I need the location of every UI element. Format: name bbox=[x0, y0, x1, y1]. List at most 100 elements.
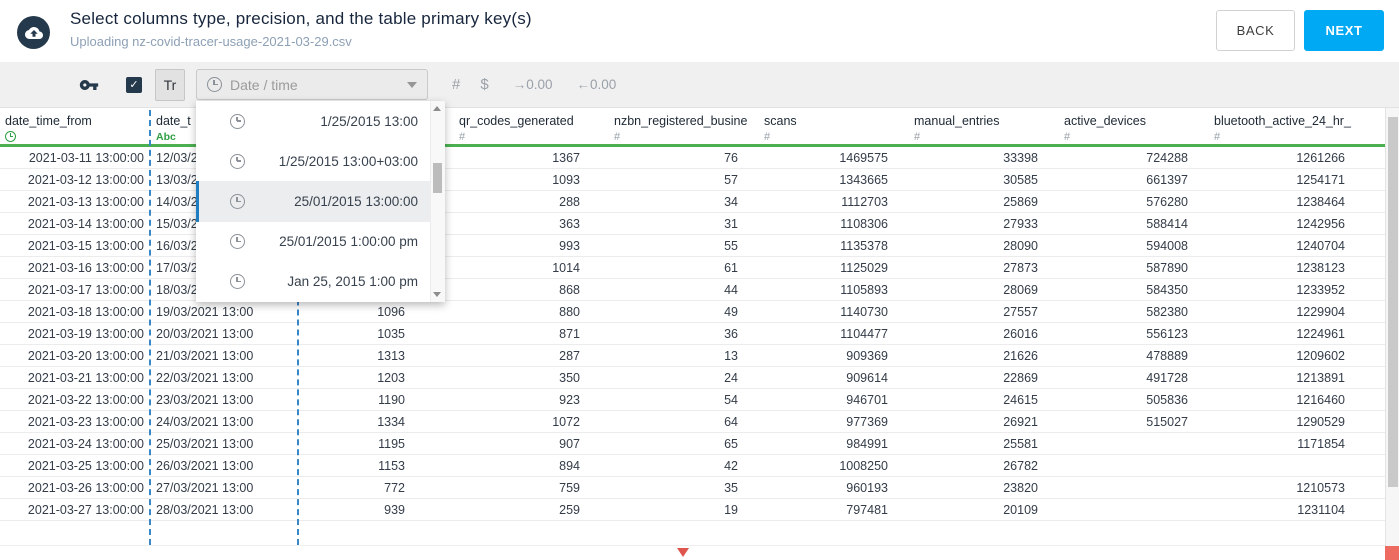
cell[interactable]: 1210573 bbox=[1200, 476, 1385, 499]
cell[interactable]: 36 bbox=[600, 322, 750, 345]
cell[interactable]: 894 bbox=[445, 454, 600, 477]
cell[interactable]: 1171854 bbox=[1200, 432, 1385, 455]
cell[interactable]: 20109 bbox=[900, 498, 1050, 521]
cell[interactable]: 587890 bbox=[1050, 256, 1200, 279]
column-header[interactable]: active_devices # bbox=[1050, 110, 1200, 147]
cell[interactable]: 2021-03-13 13:00:00 bbox=[0, 190, 150, 213]
cell[interactable]: 2021-03-19 13:00:00 bbox=[0, 322, 150, 345]
cell[interactable]: 23820 bbox=[900, 476, 1050, 499]
cell[interactable]: 2021-03-23 13:00:00 bbox=[0, 410, 150, 433]
column-header[interactable]: manual_entries # bbox=[900, 110, 1050, 147]
cell[interactable]: 54 bbox=[600, 388, 750, 411]
cell[interactable]: 35 bbox=[600, 476, 750, 499]
cell[interactable]: 65 bbox=[600, 432, 750, 455]
cell[interactable]: 1216460 bbox=[1200, 388, 1385, 411]
cell[interactable]: 1112703 bbox=[750, 190, 900, 213]
cell[interactable]: 1261266 bbox=[1200, 145, 1385, 169]
cell[interactable]: 582380 bbox=[1050, 300, 1200, 323]
cell[interactable]: 350 bbox=[445, 366, 600, 389]
dropdown-scroll-thumb[interactable] bbox=[433, 163, 442, 193]
cell[interactable]: 984991 bbox=[750, 432, 900, 455]
cell[interactable]: 594008 bbox=[1050, 234, 1200, 257]
cell[interactable]: 25/03/2021 13:00 bbox=[150, 432, 298, 455]
cell[interactable]: 1209602 bbox=[1200, 344, 1385, 367]
format-option[interactable]: 25/01/2015 13:00:00 bbox=[196, 181, 430, 222]
primary-key-icon[interactable] bbox=[79, 75, 99, 95]
cell[interactable]: 28/03/2021 13:00 bbox=[150, 498, 298, 521]
column-header[interactable]: bluetooth_active_24_hr_ # bbox=[1200, 110, 1385, 147]
cell[interactable]: 1334 bbox=[298, 410, 445, 433]
cell[interactable]: 977369 bbox=[750, 410, 900, 433]
cell[interactable]: 28090 bbox=[900, 234, 1050, 257]
cell[interactable]: 491728 bbox=[1050, 366, 1200, 389]
cell[interactable]: 27/03/2021 13:00 bbox=[150, 476, 298, 499]
cell[interactable]: 34 bbox=[600, 190, 750, 213]
cell[interactable]: 1104477 bbox=[750, 322, 900, 345]
cell[interactable]: 24/03/2021 13:00 bbox=[150, 410, 298, 433]
back-button[interactable]: BACK bbox=[1216, 10, 1295, 51]
cell[interactable]: 2021-03-18 13:00:00 bbox=[0, 300, 150, 323]
datetime-format-select[interactable]: Date / time bbox=[196, 69, 428, 100]
cell[interactable]: 1469575 bbox=[750, 145, 900, 169]
cell[interactable]: 1093 bbox=[445, 168, 600, 191]
cell[interactable]: 1125029 bbox=[750, 256, 900, 279]
cell[interactable]: 661397 bbox=[1050, 168, 1200, 191]
dropdown-scrollbar[interactable] bbox=[430, 101, 445, 302]
currency-type-button[interactable]: $ bbox=[480, 76, 488, 93]
cell[interactable]: 27933 bbox=[900, 212, 1050, 235]
horizontal-scroll-strip[interactable] bbox=[0, 545, 1385, 560]
cell[interactable]: 1231104 bbox=[1200, 498, 1385, 521]
cell[interactable]: 21626 bbox=[900, 344, 1050, 367]
cell[interactable]: 576280 bbox=[1050, 190, 1200, 213]
cell[interactable]: 1238464 bbox=[1200, 190, 1385, 213]
cell[interactable]: 2021-03-12 13:00:00 bbox=[0, 168, 150, 191]
cell[interactable]: 1343665 bbox=[750, 168, 900, 191]
cell[interactable]: 759 bbox=[445, 476, 600, 499]
cell[interactable]: 1213891 bbox=[1200, 366, 1385, 389]
cell[interactable]: 27557 bbox=[900, 300, 1050, 323]
cell[interactable]: 22/03/2021 13:00 bbox=[150, 366, 298, 389]
cell[interactable] bbox=[1050, 476, 1200, 499]
cell[interactable]: 1203 bbox=[298, 366, 445, 389]
format-option[interactable]: Jan 25, 2015 1:00 pm bbox=[196, 262, 430, 302]
cell[interactable]: 1072 bbox=[445, 410, 600, 433]
cell[interactable]: 880 bbox=[445, 300, 600, 323]
cell[interactable]: 2021-03-17 13:00:00 bbox=[0, 278, 150, 301]
cell[interactable]: 30585 bbox=[900, 168, 1050, 191]
cell[interactable]: 76 bbox=[600, 145, 750, 169]
cell[interactable]: 1035 bbox=[298, 322, 445, 345]
cell[interactable]: 26921 bbox=[900, 410, 1050, 433]
cell[interactable]: 26016 bbox=[900, 322, 1050, 345]
cell[interactable]: 363 bbox=[445, 212, 600, 235]
cell[interactable]: 515027 bbox=[1050, 410, 1200, 433]
column-header[interactable]: scans # bbox=[750, 110, 900, 147]
vertical-scrollbar[interactable] bbox=[1385, 108, 1399, 546]
text-type-button[interactable]: Tr bbox=[155, 68, 185, 101]
cell[interactable]: 1367 bbox=[445, 145, 600, 169]
cell[interactable]: 20/03/2021 13:00 bbox=[150, 322, 298, 345]
vertical-scroll-thumb[interactable] bbox=[1388, 117, 1398, 487]
number-type-button[interactable]: # bbox=[452, 76, 460, 93]
decrease-precision-button[interactable]: ←0.00 bbox=[576, 77, 616, 92]
cell[interactable]: 724288 bbox=[1050, 145, 1200, 169]
cell[interactable]: 1008250 bbox=[750, 454, 900, 477]
cell[interactable]: 1240704 bbox=[1200, 234, 1385, 257]
cell[interactable]: 2021-03-14 13:00:00 bbox=[0, 212, 150, 235]
cell[interactable]: 2021-03-20 13:00:00 bbox=[0, 344, 150, 367]
cell[interactable]: 13 bbox=[600, 344, 750, 367]
cell[interactable]: 33398 bbox=[900, 145, 1050, 169]
cell[interactable]: 19 bbox=[600, 498, 750, 521]
cell[interactable]: 22869 bbox=[900, 366, 1050, 389]
cell[interactable]: 24 bbox=[600, 366, 750, 389]
cell[interactable]: 588414 bbox=[1050, 212, 1200, 235]
cell[interactable]: 26782 bbox=[900, 454, 1050, 477]
cell[interactable]: 2021-03-25 13:00:00 bbox=[0, 454, 150, 477]
cell[interactable]: 28069 bbox=[900, 278, 1050, 301]
cell[interactable]: 1105893 bbox=[750, 278, 900, 301]
cell[interactable]: 505836 bbox=[1050, 388, 1200, 411]
cell[interactable]: 1242956 bbox=[1200, 212, 1385, 235]
cell[interactable]: 923 bbox=[445, 388, 600, 411]
cell[interactable]: 42 bbox=[600, 454, 750, 477]
next-button[interactable]: NEXT bbox=[1304, 10, 1384, 51]
cell[interactable]: 909614 bbox=[750, 366, 900, 389]
